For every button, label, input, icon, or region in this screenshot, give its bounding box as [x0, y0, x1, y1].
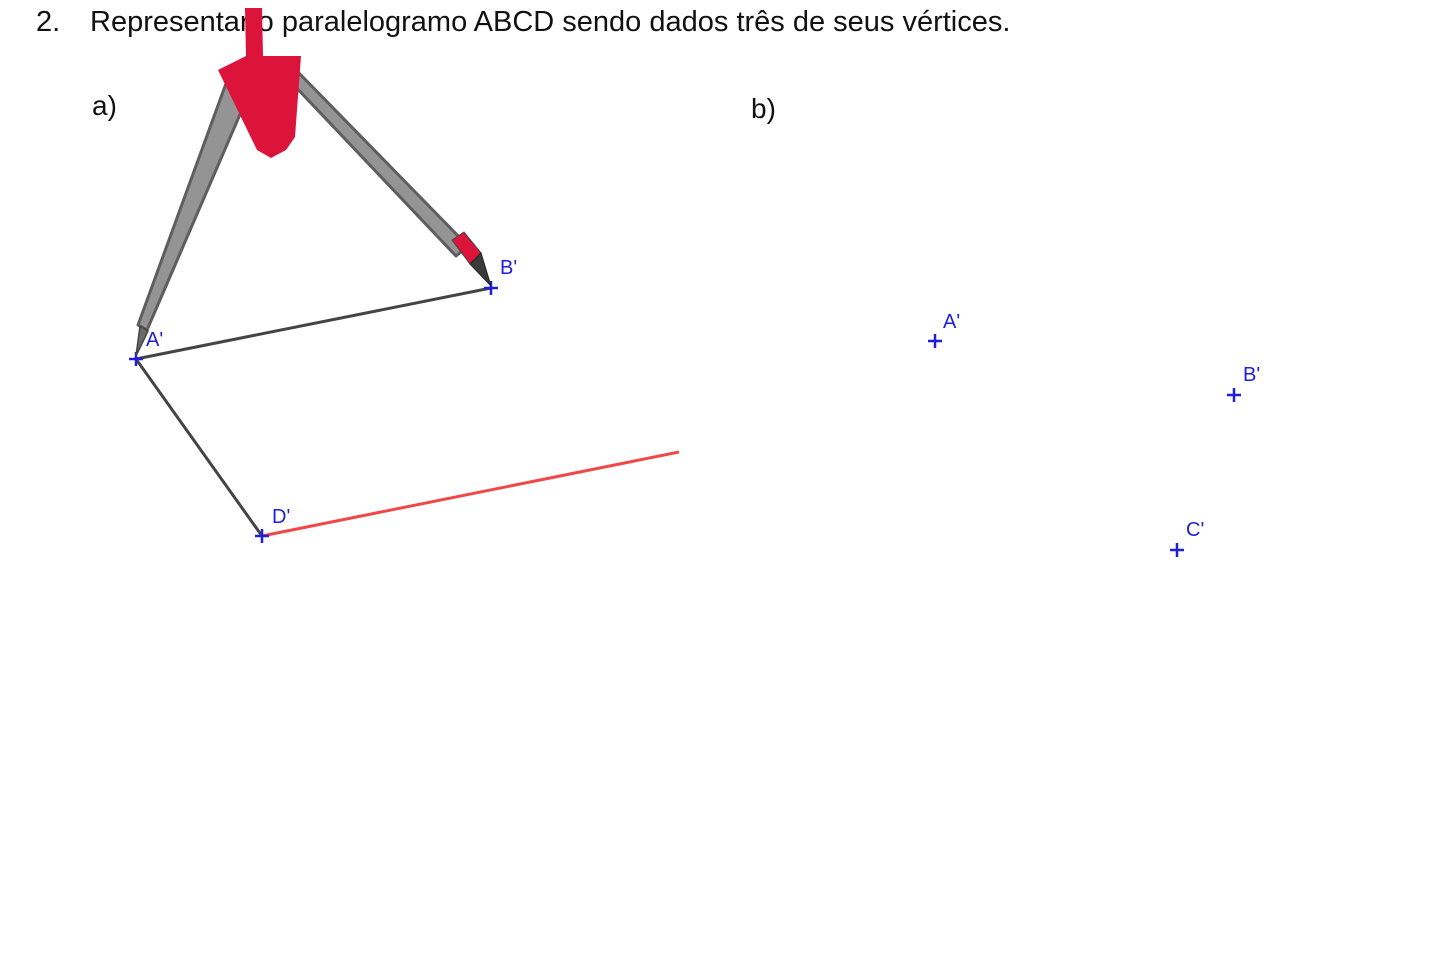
construction-line-red[interactable]: [261, 450, 680, 538]
point-a-D-label: D': [272, 506, 290, 528]
segment-a-d[interactable]: [134, 358, 264, 537]
point-b-B-label: B': [1243, 364, 1260, 386]
point-b-B[interactable]: [1227, 388, 1241, 402]
point-b-A[interactable]: [928, 334, 942, 348]
point-a-B[interactable]: [484, 281, 498, 295]
geometry-canvas[interactable]: A' B' D' A' B' C': [0, 0, 1435, 963]
segment-a-b[interactable]: [135, 286, 492, 361]
compass-icon[interactable]: [135, 8, 492, 357]
point-b-A-label: A': [943, 311, 960, 333]
point-a-A-label: A': [146, 329, 163, 351]
point-a-B-label: B': [500, 257, 517, 279]
point-b-C-label: C': [1186, 519, 1204, 541]
point-b-C[interactable]: [1170, 543, 1184, 557]
